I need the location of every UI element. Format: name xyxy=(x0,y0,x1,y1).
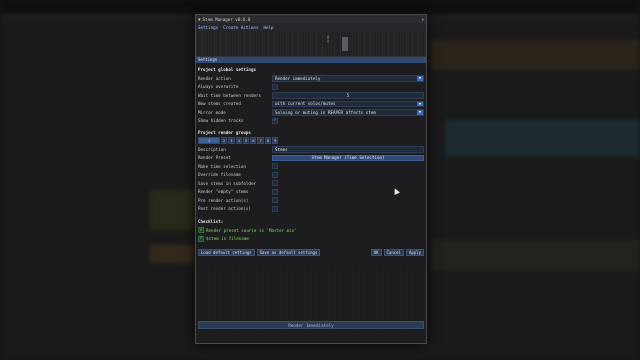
load-default-button[interactable]: Load default settings xyxy=(198,249,255,256)
check-icon: ✓ xyxy=(198,227,204,234)
dropdown-arrow-icon[interactable]: ▼ xyxy=(417,76,423,81)
new-stems-row: New stems created with current solos/mut… xyxy=(198,100,424,109)
render-preset-row: Render Preset Stem Manager (Time Selecti… xyxy=(198,154,424,163)
override-filename-row: Override filename xyxy=(198,171,424,180)
timeline-label: 19:9 xyxy=(326,35,330,43)
render-group-tab-2[interactable]: 2 xyxy=(221,137,228,144)
new-stems-value: with current solos/mutes xyxy=(275,101,336,107)
dropdown-arrow-icon[interactable]: ▼ xyxy=(417,110,423,115)
render-group-tab-8[interactable]: 8 xyxy=(264,137,272,144)
description-label: Description xyxy=(198,146,226,152)
render-group-tab-7[interactable]: 7 xyxy=(257,137,264,144)
cancel-button[interactable]: Cancel xyxy=(383,249,404,256)
always-overwrite-row: Always overwrite xyxy=(198,83,424,92)
save-subfolder-checkbox[interactable] xyxy=(272,180,278,187)
pre-render-row: Pre render action(s) xyxy=(198,196,424,205)
make-time-selection-checkbox[interactable] xyxy=(272,163,278,170)
menu-settings[interactable]: Settings xyxy=(198,25,218,30)
checklist-item-label: Render preset source is 'Master mix' xyxy=(206,227,297,233)
timeline-marker[interactable] xyxy=(342,37,348,51)
override-filename-checkbox[interactable] xyxy=(272,171,278,178)
show-hidden-checkbox[interactable]: ✓ xyxy=(272,117,278,124)
title-bar[interactable]: ▼ Stem Manager v0.6.0 × xyxy=(196,15,426,23)
render-action-value: Render immediately xyxy=(275,75,321,81)
timeline-strip: 19:9 xyxy=(196,31,426,57)
settings-content: Project global settings Render action Re… xyxy=(196,63,426,258)
description-row: Description Stems xyxy=(198,145,424,154)
checklist-item-label: $stem in filename xyxy=(206,236,249,242)
wait-time-label: Wait time between renders xyxy=(198,92,262,98)
post-render-row: Post render action(s) xyxy=(198,205,424,214)
menu-help[interactable]: Help xyxy=(263,25,273,30)
show-hidden-label: Show hidden tracks xyxy=(198,118,244,124)
dropdown-arrow-icon[interactable]: ▼ xyxy=(417,101,423,106)
render-immediately-button[interactable]: Render Immediately xyxy=(198,321,424,329)
make-time-selection-label: Make time selection xyxy=(198,163,246,169)
render-preset-label: Render Preset xyxy=(198,155,231,161)
save-subfolder-row: Save stems in subfolder xyxy=(198,179,424,188)
render-empty-row: Render "empty" stems xyxy=(198,188,424,197)
render-group-tab-3[interactable]: 3 xyxy=(228,137,235,144)
ok-button[interactable]: OK xyxy=(370,249,382,256)
mirror-mode-select[interactable]: Soloing or muting in REAPER affects stem… xyxy=(272,109,424,116)
save-subfolder-label: Save stems in subfolder xyxy=(198,180,256,186)
checklist-item: ✓ Render preset source is 'Master mix' xyxy=(198,226,424,235)
render-group-tab-5[interactable]: 5 xyxy=(242,137,250,144)
override-filename-label: Override filename xyxy=(198,172,241,178)
wait-time-value: 5 xyxy=(346,92,350,98)
render-group-tab-1[interactable]: 1 xyxy=(198,137,220,144)
show-hidden-row: Show hidden tracks ✓ xyxy=(198,117,424,126)
window-title: Stem Manager v0.6.0 xyxy=(202,16,251,22)
dialog-buttons: Load default settings Save as default se… xyxy=(198,248,424,257)
post-render-label: Post render action(s) xyxy=(198,206,251,212)
render-group-tab-9[interactable]: 9 xyxy=(272,137,279,144)
check-icon: ✓ xyxy=(198,235,204,242)
lower-panel: Render Immediately xyxy=(196,267,426,331)
always-overwrite-checkbox[interactable] xyxy=(272,83,278,90)
render-action-label: Render action xyxy=(198,75,231,81)
render-empty-label: Render "empty" stems xyxy=(198,189,249,195)
mirror-mode-label: Mirror mode xyxy=(198,109,226,115)
render-groups-heading: Project render groups xyxy=(198,130,251,135)
render-group-tab-4[interactable]: 4 xyxy=(235,137,242,144)
post-render-checkbox[interactable] xyxy=(272,205,278,212)
new-stems-select[interactable]: with current solos/mutes ▼ xyxy=(272,100,424,107)
mirror-mode-row: Mirror mode Soloing or muting in REAPER … xyxy=(198,108,424,117)
global-settings-heading: Project global settings xyxy=(198,67,256,72)
checklist-heading: Checklist: xyxy=(198,219,224,224)
mirror-mode-value: Soloing or muting in REAPER affects stem xyxy=(275,109,376,115)
checklist-item: ✓ $stem in filename xyxy=(198,235,424,244)
render-preset-button[interactable]: Stem Manager (Time Selection) xyxy=(272,154,424,161)
render-group-tab-6[interactable]: 6 xyxy=(250,137,257,144)
apply-button[interactable]: Apply xyxy=(405,249,424,256)
close-icon[interactable]: × xyxy=(421,17,424,22)
new-stems-label: New stems created xyxy=(198,101,241,107)
menu-create-actions[interactable]: Create Actions xyxy=(223,25,258,30)
render-action-row: Render action Render immediately ▼ xyxy=(198,74,424,83)
wait-time-row: Wait time between renders 5 xyxy=(198,91,424,100)
render-group-tabs: 1 2 3 4 5 6 7 8 9 xyxy=(198,137,424,144)
render-empty-checkbox[interactable] xyxy=(272,188,278,195)
render-action-select[interactable]: Render immediately ▼ xyxy=(272,75,424,82)
wait-time-slider[interactable]: 5 xyxy=(272,92,424,99)
save-default-button[interactable]: Save as default settings xyxy=(256,249,321,256)
pre-render-label: Pre render action(s) xyxy=(198,197,249,203)
description-input[interactable]: Stems xyxy=(272,146,424,153)
menu-bar: Settings Create Actions Help xyxy=(196,23,426,31)
always-overwrite-label: Always overwrite xyxy=(198,84,239,90)
stem-manager-window: ▼ Stem Manager v0.6.0 × Settings Create … xyxy=(195,14,427,344)
pre-render-checkbox[interactable] xyxy=(272,197,278,204)
make-time-selection-row: Make time selection xyxy=(198,162,424,171)
